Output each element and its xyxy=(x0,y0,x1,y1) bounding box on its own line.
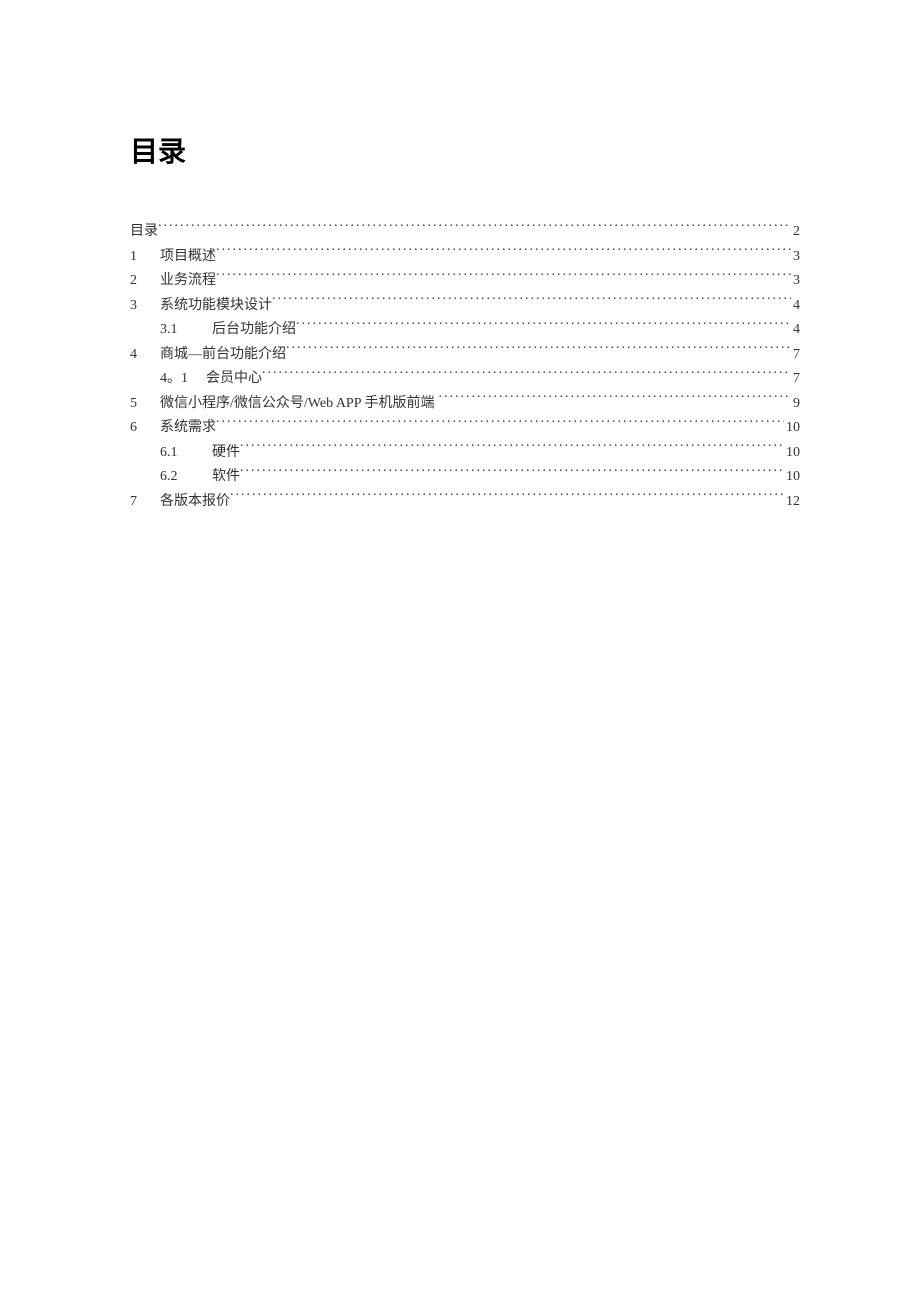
toc-leader xyxy=(272,295,791,309)
toc-text: 项目概述 xyxy=(160,245,216,270)
toc-text: 软件 xyxy=(212,465,240,490)
toc-number: 6 xyxy=(130,416,160,441)
toc-page: 2 xyxy=(791,220,800,245)
toc-number: 3 xyxy=(130,294,160,319)
toc-leader xyxy=(216,417,784,431)
toc-entry: 6 系统需求 10 xyxy=(130,416,800,441)
toc-text: 业务流程 xyxy=(160,269,216,294)
toc-entry: 5 微信小程序/微信公众号/Web APP 手机版前端 9 xyxy=(130,392,800,417)
toc-page: 7 xyxy=(791,343,800,368)
document-page: 目录 目录 2 1 项目概述 3 2 业务流程 3 3 系统功能模块设计 4 3… xyxy=(0,0,920,514)
toc-text: 各版本报价 xyxy=(160,490,230,515)
toc-leader xyxy=(230,491,784,505)
toc-number: 1 xyxy=(130,245,160,270)
toc-leader xyxy=(216,246,791,260)
toc-entry: 6.2 软件 10 xyxy=(130,465,800,490)
toc-page: 3 xyxy=(791,245,800,270)
toc-page: 3 xyxy=(791,269,800,294)
toc-page: 10 xyxy=(784,465,800,490)
toc-subnumber: 4。1 xyxy=(160,367,198,392)
page-title: 目录 xyxy=(130,130,800,170)
toc-text: 商城—前台功能介绍 xyxy=(160,343,286,368)
toc-page: 7 xyxy=(791,367,800,392)
toc-subnumber: 6.1 xyxy=(160,441,198,466)
toc-text: 系统需求 xyxy=(160,416,216,441)
toc-entry: 目录 2 xyxy=(130,220,800,245)
toc-subnumber: 3.1 xyxy=(160,318,198,343)
toc-entry: 3 系统功能模块设计 4 xyxy=(130,294,800,319)
toc-page: 10 xyxy=(784,416,800,441)
toc-number: 5 xyxy=(130,392,160,417)
toc-text: 目录 xyxy=(130,220,158,245)
toc-page: 10 xyxy=(784,441,800,466)
toc-text: 后台功能介绍 xyxy=(212,318,296,343)
toc-number: 2 xyxy=(130,269,160,294)
toc-leader xyxy=(438,393,791,407)
toc-entry: 4 商城—前台功能介绍 7 xyxy=(130,343,800,368)
toc-leader xyxy=(158,221,791,235)
toc-subnumber: 6.2 xyxy=(160,465,198,490)
toc-text: 系统功能模块设计 xyxy=(160,294,272,319)
toc-leader xyxy=(286,344,791,358)
toc-text: 会员中心 xyxy=(206,367,262,392)
toc-leader xyxy=(296,319,791,333)
toc-entry: 7 各版本报价 12 xyxy=(130,490,800,515)
toc-page: 12 xyxy=(784,490,800,515)
toc-page: 4 xyxy=(791,318,800,343)
toc-entry: 6.1 硬件 10 xyxy=(130,441,800,466)
toc-entry: 4。1 会员中心 7 xyxy=(130,367,800,392)
toc-leader xyxy=(240,442,784,456)
table-of-contents: 目录 2 1 项目概述 3 2 业务流程 3 3 系统功能模块设计 4 3.1 … xyxy=(130,220,800,514)
toc-number: 7 xyxy=(130,490,160,515)
toc-leader xyxy=(262,368,791,382)
toc-number: 4 xyxy=(130,343,160,368)
toc-entry: 3.1 后台功能介绍 4 xyxy=(130,318,800,343)
toc-text: 硬件 xyxy=(212,441,240,466)
toc-leader xyxy=(216,270,791,284)
toc-leader xyxy=(240,466,784,480)
toc-entry: 2 业务流程 3 xyxy=(130,269,800,294)
toc-page: 4 xyxy=(791,294,800,319)
toc-text: 微信小程序/微信公众号/Web APP 手机版前端 xyxy=(160,392,434,417)
toc-page: 9 xyxy=(791,392,800,417)
toc-entry: 1 项目概述 3 xyxy=(130,245,800,270)
